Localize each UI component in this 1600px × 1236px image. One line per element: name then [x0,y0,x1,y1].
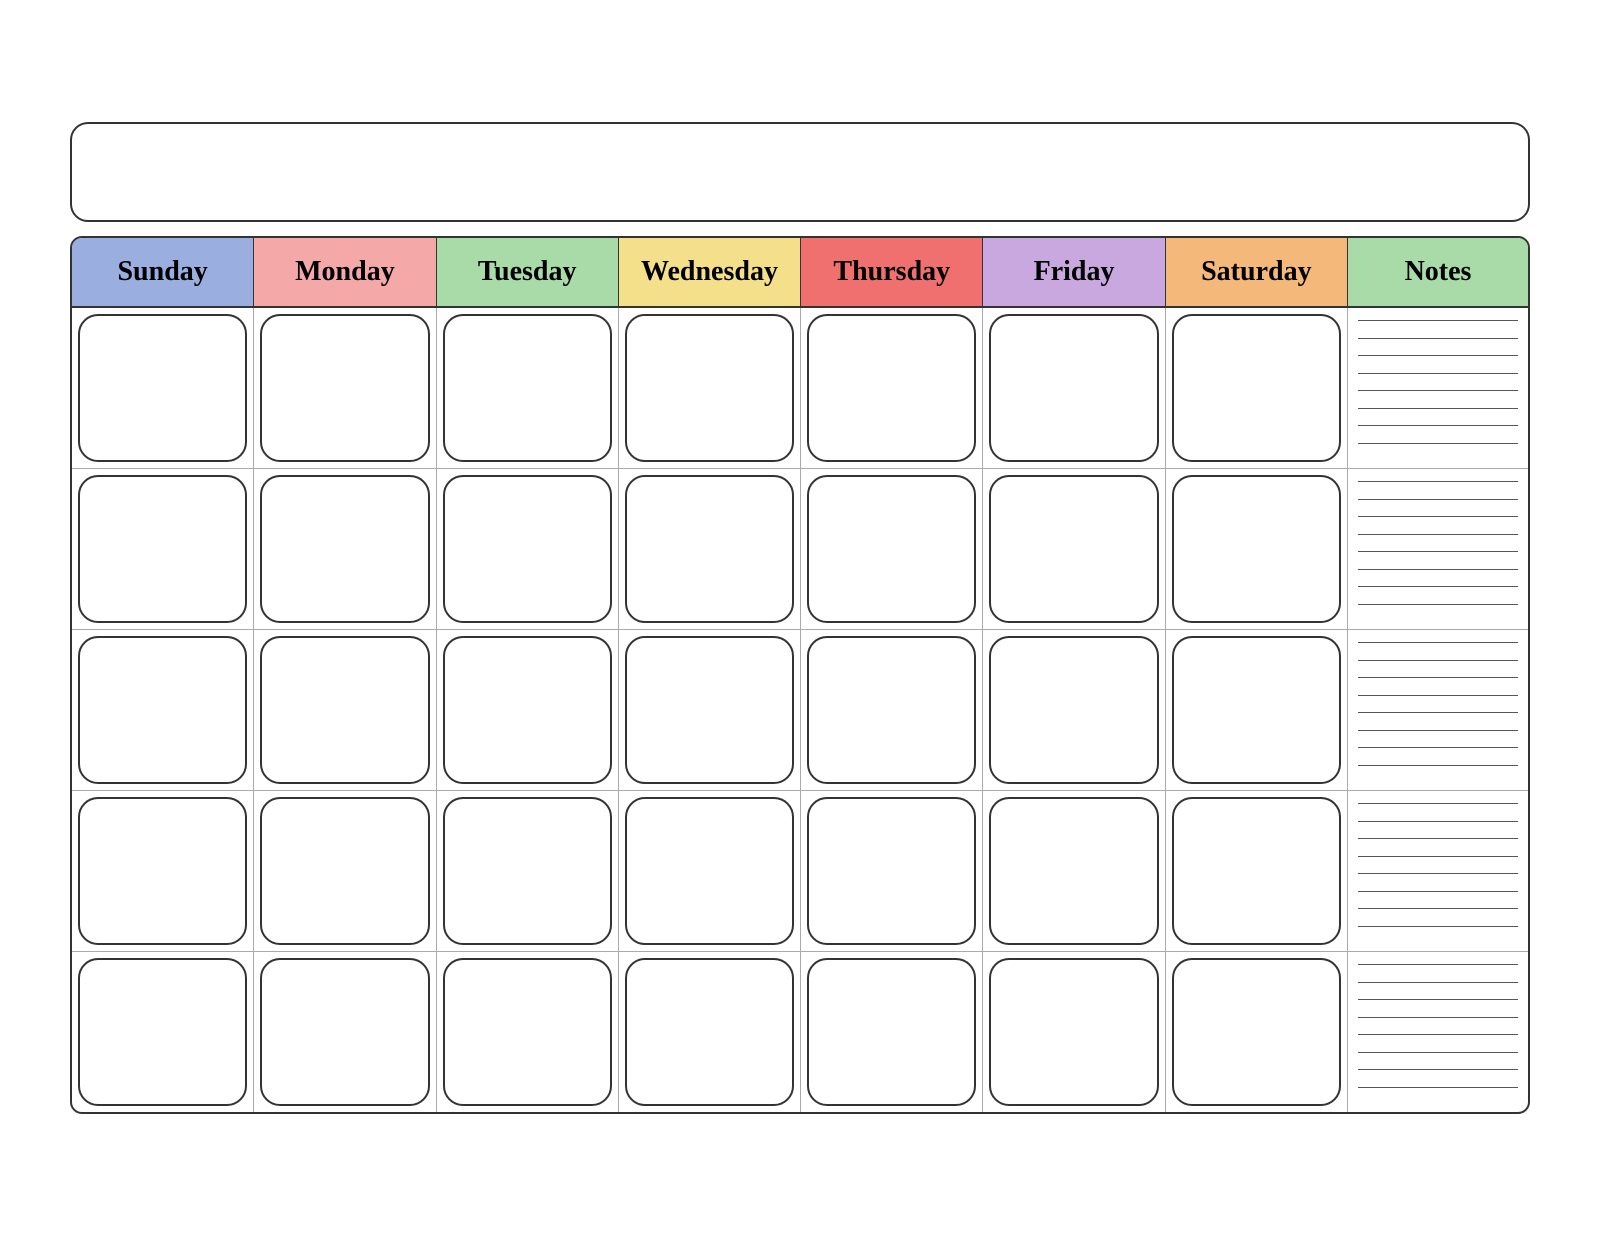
thursday-label: Thursday [833,256,950,287]
header-friday: Friday [983,238,1165,306]
week2-sunday[interactable] [72,469,254,629]
week1-thursday[interactable] [801,308,983,468]
week4-monday[interactable] [254,791,436,951]
week1-monday[interactable] [254,308,436,468]
sunday-label: Sunday [117,256,207,287]
week-row-4 [72,791,1528,952]
saturday-label: Saturday [1201,256,1311,287]
week3-wednesday[interactable] [619,630,801,790]
week3-monday[interactable] [254,630,436,790]
notes-week5[interactable] [1348,952,1528,1112]
week1-tuesday[interactable] [437,308,619,468]
week4-thursday[interactable] [801,791,983,951]
week5-thursday[interactable] [801,952,983,1112]
week5-friday[interactable] [983,952,1165,1112]
friday-label: Friday [1034,256,1115,287]
week1-saturday[interactable] [1166,308,1348,468]
notes-week4[interactable] [1348,791,1528,951]
header-tuesday: Tuesday [437,238,619,306]
calendar-wrapper: Sunday Monday Tuesday Wednesday Thursday… [50,102,1550,1134]
header-row: Sunday Monday Tuesday Wednesday Thursday… [72,238,1528,308]
week5-saturday[interactable] [1166,952,1348,1112]
header-monday: Monday [254,238,436,306]
week4-wednesday[interactable] [619,791,801,951]
week3-friday[interactable] [983,630,1165,790]
header-thursday: Thursday [801,238,983,306]
week5-sunday[interactable] [72,952,254,1112]
notes-label: Notes [1405,256,1472,287]
calendar-body [72,308,1528,1112]
week2-thursday[interactable] [801,469,983,629]
week2-friday[interactable] [983,469,1165,629]
week2-saturday[interactable] [1166,469,1348,629]
monday-label: Monday [295,256,395,287]
notes-week1[interactable] [1348,308,1528,468]
week2-wednesday[interactable] [619,469,801,629]
header-notes: Notes [1348,238,1528,306]
week4-friday[interactable] [983,791,1165,951]
week5-wednesday[interactable] [619,952,801,1112]
week3-sunday[interactable] [72,630,254,790]
week5-tuesday[interactable] [437,952,619,1112]
tuesday-label: Tuesday [478,256,577,287]
week3-saturday[interactable] [1166,630,1348,790]
week3-thursday[interactable] [801,630,983,790]
week5-monday[interactable] [254,952,436,1112]
header-sunday: Sunday [72,238,254,306]
calendar-container: Sunday Monday Tuesday Wednesday Thursday… [70,236,1530,1114]
notes-week3[interactable] [1348,630,1528,790]
week2-tuesday[interactable] [437,469,619,629]
week1-sunday[interactable] [72,308,254,468]
week2-monday[interactable] [254,469,436,629]
title-bar[interactable] [70,122,1530,222]
wednesday-label: Wednesday [641,256,778,287]
week4-sunday[interactable] [72,791,254,951]
notes-week2[interactable] [1348,469,1528,629]
week-row-2 [72,469,1528,630]
week4-tuesday[interactable] [437,791,619,951]
header-saturday: Saturday [1166,238,1348,306]
week-row-1 [72,308,1528,469]
week-row-5 [72,952,1528,1112]
week1-friday[interactable] [983,308,1165,468]
week1-wednesday[interactable] [619,308,801,468]
week3-tuesday[interactable] [437,630,619,790]
header-wednesday: Wednesday [619,238,801,306]
week-row-3 [72,630,1528,791]
week4-saturday[interactable] [1166,791,1348,951]
